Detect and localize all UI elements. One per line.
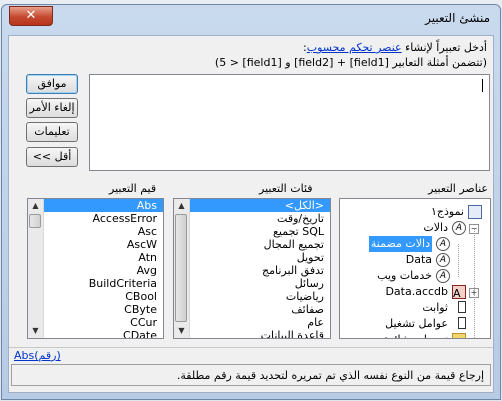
value-item[interactable]: Avg xyxy=(44,264,163,277)
instruction-line-1: أدخل تعبيراً لإنشاء عنصر تحكم محسوب: xyxy=(303,41,487,54)
category-item[interactable]: قاعدة البيانات xyxy=(190,329,330,338)
scroll-down-arrow-icon[interactable]: ▼ xyxy=(174,324,189,338)
values-items: Abs AccessError Asc AscW Atn Avg BuildCriteria… xyxy=(44,199,163,338)
category-item[interactable]: <الكل> xyxy=(190,199,330,212)
dialog-client-area: أدخل تعبيراً لإنشاء عنصر تحكم محسوب: (تت… xyxy=(8,35,494,393)
tree-node-label: ثوابت xyxy=(422,301,448,314)
function-icon: A xyxy=(436,269,450,283)
tree-node[interactable]: دالات مضمنة A xyxy=(340,236,452,252)
tree-node[interactable]: خدمات ويب A xyxy=(340,268,452,284)
form-icon xyxy=(468,205,482,219)
cancel-button[interactable]: إلغاء الأمر xyxy=(26,98,78,118)
value-item[interactable]: AccessError xyxy=(44,212,163,225)
close-button[interactable]: ✕ xyxy=(9,6,53,26)
values-scrollbar[interactable]: ▲ ▼ xyxy=(28,199,44,338)
category-item[interactable]: تحويل xyxy=(190,251,330,264)
tree-node[interactable]: تعبيرات شائعة xyxy=(340,332,468,338)
expression-values-label: قيم التعبير xyxy=(109,182,157,195)
expression-values-list[interactable]: ▲ ▼ Abs AccessError Asc AscW Atn Avg BuildCrit… xyxy=(27,198,164,339)
value-item[interactable]: Abs xyxy=(44,199,163,212)
tree-connector xyxy=(458,244,459,277)
window-title: منشئ التعبير xyxy=(425,11,490,25)
value-item[interactable]: AscW xyxy=(44,238,163,251)
folder-icon xyxy=(452,333,466,338)
instruction-prefix: أدخل تعبيراً لإنشاء xyxy=(401,41,487,54)
value-item[interactable]: CByte xyxy=(44,303,163,316)
tree-node[interactable]: نموذج١ xyxy=(344,204,484,220)
help-button[interactable]: تعليمات xyxy=(26,122,78,142)
tree-node[interactable]: عوامل تشغيل xyxy=(340,316,468,332)
tree-node-label: دالات مضمنة xyxy=(368,236,432,252)
tree-node[interactable]: Data.accdb A + xyxy=(340,284,479,300)
categories-scrollbar[interactable]: ▲ ▼ xyxy=(174,199,190,338)
tree-node-label: Data xyxy=(405,253,432,266)
category-item[interactable]: تاريخ/وقت xyxy=(190,212,330,225)
value-item[interactable]: CBool xyxy=(44,290,163,303)
expression-elements-label: عناصر التعبير xyxy=(428,182,488,195)
tree-node-label: عوامل تشغيل xyxy=(385,317,448,330)
function-icon: A xyxy=(452,221,466,235)
value-item[interactable]: CDate xyxy=(44,329,163,338)
operator-icon xyxy=(458,317,466,329)
function-syntax-link[interactable]: Abs(رقم) xyxy=(14,349,61,362)
scroll-down-arrow-icon[interactable]: ▼ xyxy=(28,324,43,338)
calculated-control-link[interactable]: عنصر تحكم محسوب xyxy=(307,41,402,54)
tree-connector xyxy=(474,228,475,338)
category-items: <الكل> تاريخ/وقت تجميع SQL تجميع المجال تحوي… xyxy=(190,199,330,338)
expression-editor[interactable] xyxy=(89,74,490,171)
constant-icon xyxy=(458,301,466,313)
tree-node-label: تعبيرات شائعة xyxy=(383,332,448,338)
ok-button[interactable]: موافق xyxy=(26,74,78,94)
tree-node[interactable]: ثوابت xyxy=(340,300,468,316)
tree-node-label: خدمات ويب xyxy=(377,269,432,282)
category-item[interactable]: تجميع SQL xyxy=(190,225,330,238)
category-item[interactable]: تجميع المجال xyxy=(190,238,330,251)
value-item[interactable]: CCur xyxy=(44,316,163,329)
function-icon: A xyxy=(436,237,450,251)
text-caret xyxy=(482,79,483,92)
tree-node[interactable]: Data A xyxy=(340,252,452,268)
divider xyxy=(9,347,493,348)
function-description: إرجاع قيمة من النوع نفسه الذي تم تمريره … xyxy=(176,369,484,382)
expression-elements-tree[interactable]: نموذج١ دالات A − دالات مضمنة A Data A خدمات ويب A… xyxy=(339,198,491,339)
value-item[interactable]: Atn xyxy=(44,251,163,264)
function-icon: A xyxy=(436,253,450,267)
value-item[interactable]: Asc xyxy=(44,225,163,238)
scroll-up-arrow-icon[interactable]: ▲ xyxy=(174,199,189,213)
tree-node-label: Data.accdb xyxy=(385,285,448,298)
title-bar: ✕ منشئ التعبير xyxy=(2,5,500,33)
scroll-thumb[interactable] xyxy=(29,214,41,228)
less-button[interactable]: << أقل xyxy=(26,147,78,167)
instruction-line-2: (تتضمن أمثلة التعابير [field1] + [field2… xyxy=(214,56,487,69)
category-item[interactable]: صفائف xyxy=(190,303,330,316)
category-item[interactable]: عام xyxy=(190,316,330,329)
database-icon: A xyxy=(452,285,466,300)
expression-categories-label: فئات التعبير xyxy=(259,182,313,195)
tree-node-label: نموذج١ xyxy=(430,205,464,218)
expression-categories-list[interactable]: ▲ ▼ <الكل> تاريخ/وقت تجميع SQL تجميع المجال… xyxy=(173,198,331,339)
category-item[interactable]: تدفق البرنامج xyxy=(190,264,330,277)
tree-node-label: دالات xyxy=(423,221,448,234)
scroll-thumb[interactable] xyxy=(175,214,187,322)
category-item[interactable]: رياضيات xyxy=(190,290,330,303)
description-box: إرجاع قيمة من النوع نفسه الذي تم تمريره … xyxy=(11,364,491,386)
category-item[interactable]: رسائل xyxy=(190,277,330,290)
expression-builder-dialog: ✕ منشئ التعبير أدخل تعبيراً لإنشاء عنصر … xyxy=(1,4,501,400)
scroll-up-arrow-icon[interactable]: ▲ xyxy=(28,199,43,213)
tree-node[interactable]: دالات A − xyxy=(340,220,479,236)
value-item[interactable]: BuildCriteria xyxy=(44,277,163,290)
